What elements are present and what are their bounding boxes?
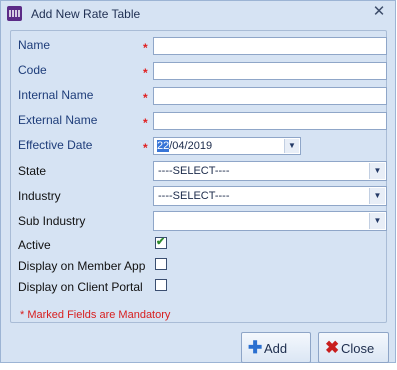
state-select[interactable]: ----SELECT---- ▼ [153, 161, 387, 181]
member-app-label: Display on Member App [18, 259, 146, 273]
window-title: Add New Rate Table [31, 7, 141, 21]
external-name-required-marker: * [143, 116, 148, 130]
industry-selected-value: ----SELECT---- [158, 190, 230, 202]
sub-industry-select[interactable]: ▼ [153, 211, 387, 231]
code-required-marker: * [143, 66, 148, 80]
chevron-down-icon[interactable]: ▼ [369, 188, 385, 204]
internal-name-label: Internal Name [18, 88, 94, 102]
code-label: Code [18, 63, 47, 77]
effective-date-value: 22/04/2019 [157, 140, 212, 152]
state-selected-value: ----SELECT---- [158, 165, 230, 177]
active-checkbox[interactable]: ✔ [155, 236, 167, 249]
active-label: Active [18, 238, 51, 252]
industry-label: Industry [18, 189, 61, 203]
title-bar[interactable]: Add New Rate Table ✕ [1, 1, 395, 26]
name-label: Name [18, 38, 51, 52]
effective-date-month-year: /04/2019 [169, 140, 213, 152]
client-portal-label: Display on Client Portal [18, 280, 143, 294]
add-button[interactable]: ✚ Add [241, 332, 311, 363]
plus-icon: ✚ [248, 338, 263, 357]
effective-date-day-selected: 22 [157, 140, 170, 152]
app-icon [7, 6, 22, 21]
add-button-label: Add [264, 341, 288, 356]
chevron-down-icon[interactable]: ▼ [369, 163, 385, 179]
state-label: State [18, 164, 47, 178]
close-button-label: Close [341, 341, 375, 356]
sub-industry-label: Sub Industry [18, 214, 86, 228]
internal-name-input[interactable] [153, 87, 387, 105]
close-window-icon[interactable]: ✕ [371, 3, 387, 21]
effective-date-label: Effective Date [18, 138, 93, 152]
name-required-marker: * [143, 41, 148, 55]
checkmark-icon: ✔ [156, 236, 166, 248]
close-button[interactable]: ✖ Close [318, 332, 389, 363]
member-app-checkbox[interactable] [155, 258, 167, 270]
internal-name-required-marker: * [143, 91, 148, 105]
external-name-input[interactable] [153, 112, 387, 130]
client-portal-checkbox[interactable] [155, 279, 167, 291]
background-strip [0, 363, 397, 370]
industry-select[interactable]: ----SELECT---- ▼ [153, 186, 387, 206]
external-name-label: External Name [18, 113, 98, 127]
effective-date-required-marker: * [143, 141, 148, 155]
mandatory-note: * Marked Fields are Mandatory [20, 309, 171, 321]
name-input[interactable] [153, 37, 387, 55]
code-input[interactable] [153, 62, 387, 80]
chevron-down-icon[interactable]: ▼ [369, 213, 385, 229]
close-icon: ✖ [325, 338, 340, 357]
chevron-down-icon[interactable]: ▼ [284, 139, 299, 153]
dialog-window: Add New Rate Table ✕ Name * Code * Inter… [0, 0, 396, 363]
effective-date-picker[interactable]: 22/04/2019 ▼ [153, 137, 301, 155]
